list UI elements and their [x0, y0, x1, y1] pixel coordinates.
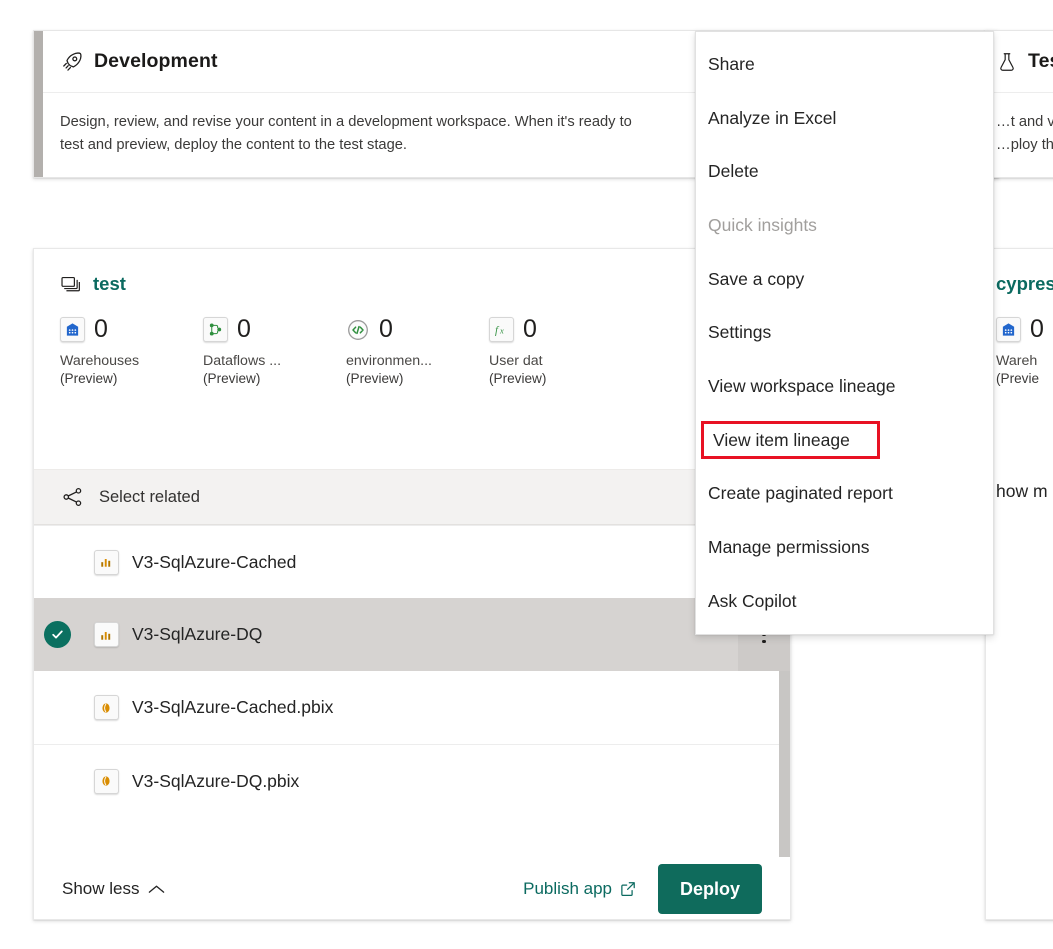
row-selected-check[interactable] — [34, 621, 80, 648]
metric-warehouses[interactable]: 0 Warehouses (Preview) — [60, 317, 203, 386]
list-item-label: V3-SqlAzure-Cached — [132, 552, 296, 573]
workspace-stack-icon — [60, 275, 82, 294]
dataset-icon — [80, 695, 132, 720]
workspace-name-row: test — [34, 249, 790, 295]
check-icon — [44, 621, 71, 648]
metric-sub-dataflows: (Preview) — [203, 371, 346, 386]
metric-sub-environments: (Preview) — [346, 371, 489, 386]
menu-item-create-paginated-report[interactable]: Create paginated report — [696, 467, 993, 521]
menu-item-share[interactable]: Share — [696, 38, 993, 92]
list-item[interactable]: V3-SqlAzure-Cached — [34, 525, 790, 598]
stage-description-test: …t and ve… …ploy the… — [986, 93, 1053, 157]
workspace-card-cypress: cypres 0 Wareh (Previe — [985, 248, 1053, 920]
context-menu: Share Analyze in Excel Delete Quick insi… — [695, 31, 994, 635]
menu-item-settings[interactable]: Settings — [696, 306, 993, 360]
chevron-up-icon — [148, 884, 165, 895]
select-related-bar: Select related 1 s — [34, 469, 790, 525]
menu-item-analyze-in-excel[interactable]: Analyze in Excel — [696, 92, 993, 146]
warehouse-icon — [996, 317, 1021, 342]
metric-label-right: Wareh — [996, 353, 1053, 369]
list-item-label: V3-SqlAzure-DQ.pbix — [132, 771, 299, 792]
report-icon — [80, 622, 132, 647]
metric-sub-right: (Previe — [996, 371, 1053, 386]
stage-title-development: Development — [94, 50, 218, 73]
menu-item-save-a-copy[interactable]: Save a copy — [696, 252, 993, 306]
metric-environments[interactable]: 0 environmen... (Preview) — [346, 317, 489, 386]
list-item-label: V3-SqlAzure-DQ — [132, 624, 262, 645]
show-less-label: Show less — [62, 879, 139, 899]
page-root: Development Design, review, and revise y… — [0, 0, 1053, 949]
metric-count-right: 0 — [1030, 317, 1044, 342]
metric-sub-warehouses: (Preview) — [60, 371, 203, 386]
deploy-button[interactable]: Deploy — [658, 864, 762, 914]
metric-label-dataflows: Dataflows ... — [203, 353, 346, 369]
workspace-name: test — [93, 273, 126, 295]
menu-item-delete[interactable]: Delete — [696, 145, 993, 199]
metric-sub-user-data-functions: (Preview) — [489, 371, 632, 386]
dataflow-icon — [203, 317, 228, 342]
publish-app-label: Publish app — [523, 879, 612, 899]
footer-actions: Publish app Deploy — [523, 864, 762, 914]
metric-count-dataflows: 0 — [237, 317, 251, 342]
metric-label-environments: environmen... — [346, 353, 489, 369]
menu-item-view-workspace-lineage[interactable]: View workspace lineage — [696, 360, 993, 414]
stage-header-test: Test — [986, 31, 1053, 93]
metric-count-warehouses: 0 — [94, 317, 108, 342]
workspace-note-right: how m — [996, 481, 1048, 502]
stage-title-test: Test — [1028, 50, 1053, 73]
list-item[interactable]: V3-SqlAzure-Cached.pbix — [34, 671, 790, 744]
menu-item-quick-insights: Quick insights — [696, 199, 993, 253]
metric-count-user-data-functions: 0 — [523, 317, 537, 342]
user-function-icon: f x — [489, 317, 514, 342]
metric-dataflows[interactable]: 0 Dataflows ... (Preview) — [203, 317, 346, 386]
publish-app-button[interactable]: Publish app — [523, 879, 636, 899]
report-icon — [80, 550, 132, 575]
workspace-name-row-right: cypres — [986, 249, 1053, 295]
metric-label-user-data-functions: User dat — [489, 353, 632, 369]
workspace-metrics-right: 0 Wareh (Previe — [986, 295, 1053, 386]
metric-label-warehouses: Warehouses — [60, 353, 203, 369]
select-related-label: Select related — [99, 488, 200, 507]
metric-count-environments: 0 — [379, 317, 393, 342]
list-item[interactable]: V3-SqlAzure-DQ.pbix — [34, 744, 790, 817]
svg-text:x: x — [499, 326, 504, 336]
stage-accent-bar — [34, 31, 43, 177]
beaker-icon — [996, 51, 1018, 73]
rocket-icon — [60, 50, 84, 74]
share-nodes-icon — [62, 487, 84, 507]
workspace-card-test: test 0 Warehouses (Prev — [33, 248, 791, 920]
stage-card-test: Test …t and ve… …ploy the… — [985, 30, 1053, 178]
menu-item-view-item-lineage[interactable]: View item lineage — [701, 421, 880, 459]
workspace-metrics: 0 Warehouses (Preview) 0 — [34, 295, 790, 386]
list-item-label: V3-SqlAzure-Cached.pbix — [132, 697, 333, 718]
dataset-icon — [80, 769, 132, 794]
external-link-icon — [620, 881, 636, 897]
workspace-footer: Show less Publish app — [34, 857, 790, 920]
list-item-selected[interactable]: V3-SqlAzure-DQ — [34, 598, 790, 671]
metric-warehouses-right[interactable]: 0 Wareh (Previe — [996, 317, 1053, 386]
workspace-name-right: cypres — [996, 273, 1053, 295]
environment-icon — [346, 318, 370, 342]
related-items-list: V3-SqlAzure-DQ V3-SqlAzure-Cached — [34, 525, 790, 865]
metric-user-data-functions[interactable]: f x 0 User dat (Preview) — [489, 317, 632, 386]
menu-item-ask-copilot[interactable]: Ask Copilot — [696, 574, 993, 628]
show-less-button[interactable]: Show less — [62, 879, 165, 899]
warehouse-icon — [60, 317, 85, 342]
menu-item-manage-permissions[interactable]: Manage permissions — [696, 521, 993, 575]
list-scrollbar-thumb[interactable] — [779, 671, 791, 857]
